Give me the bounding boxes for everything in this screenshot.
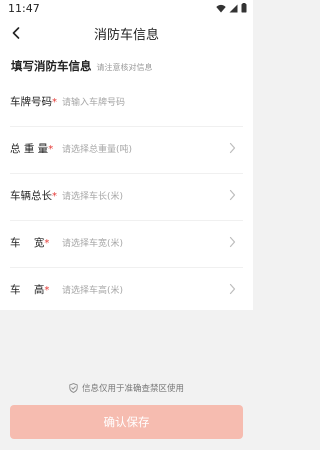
section-title: 填写消防车信息 xyxy=(11,59,92,73)
battery-icon xyxy=(241,3,247,13)
field-label: 车牌号码* xyxy=(10,96,57,108)
vehicle-width-row[interactable]: 车 宽* 请选择车宽(米) xyxy=(10,221,243,268)
chevron-right-icon xyxy=(229,142,236,154)
license-plate-input[interactable]: 请输入车牌号码 xyxy=(62,95,125,108)
status-bar: 11:47 xyxy=(0,0,253,18)
total-weight-select[interactable]: 请选择总重量(吨) xyxy=(62,142,132,155)
required-mark: * xyxy=(44,285,50,296)
confirm-save-button[interactable]: 确认保存 xyxy=(10,405,243,439)
required-mark: * xyxy=(48,144,54,155)
confirm-save-label: 确认保存 xyxy=(103,415,150,429)
chevron-right-icon xyxy=(229,189,236,201)
chevron-right-icon xyxy=(229,236,236,248)
total-weight-row[interactable]: 总 重 量* 请选择总重量(吨) xyxy=(10,127,243,174)
vehicle-length-select[interactable]: 请选择车长(米) xyxy=(62,189,123,202)
nav-bar: 消防车信息 xyxy=(0,18,253,48)
field-label: 车 高* xyxy=(10,284,50,296)
field-label: 总 重 量* xyxy=(10,143,54,155)
status-time: 11:47 xyxy=(8,2,40,15)
privacy-notice: 信息仅用于准确查禁区使用 xyxy=(0,382,253,394)
wifi-icon xyxy=(216,4,226,12)
vehicle-width-select[interactable]: 请选择车宽(米) xyxy=(62,236,123,249)
field-label: 车 宽* xyxy=(10,237,50,249)
license-plate-row[interactable]: 车牌号码* 请输入车牌号码 xyxy=(10,80,243,127)
status-icons xyxy=(216,3,247,13)
shield-check-icon xyxy=(69,383,78,393)
chevron-right-icon xyxy=(229,283,236,295)
vehicle-height-row[interactable]: 车 高* 请选择车高(米) xyxy=(10,268,243,314)
required-mark: * xyxy=(44,238,50,249)
vehicle-height-select[interactable]: 请选择车高(米) xyxy=(62,283,123,296)
required-mark: * xyxy=(52,97,57,108)
form-card: 填写消防车信息 请注意核对信息 车牌号码* 请输入车牌号码 总 重 量* 请选择… xyxy=(0,48,253,310)
field-label: 车辆总长* xyxy=(10,190,57,202)
vehicle-length-row[interactable]: 车辆总长* 请选择车长(米) xyxy=(10,174,243,221)
page-title: 消防车信息 xyxy=(93,28,159,43)
required-mark: * xyxy=(52,191,57,202)
signal-icon xyxy=(229,4,238,12)
notice-text: 信息仅用于准确查禁区使用 xyxy=(81,384,184,394)
section-hint: 请注意核对信息 xyxy=(96,63,153,72)
section-header: 填写消防车信息 请注意核对信息 xyxy=(11,58,153,74)
